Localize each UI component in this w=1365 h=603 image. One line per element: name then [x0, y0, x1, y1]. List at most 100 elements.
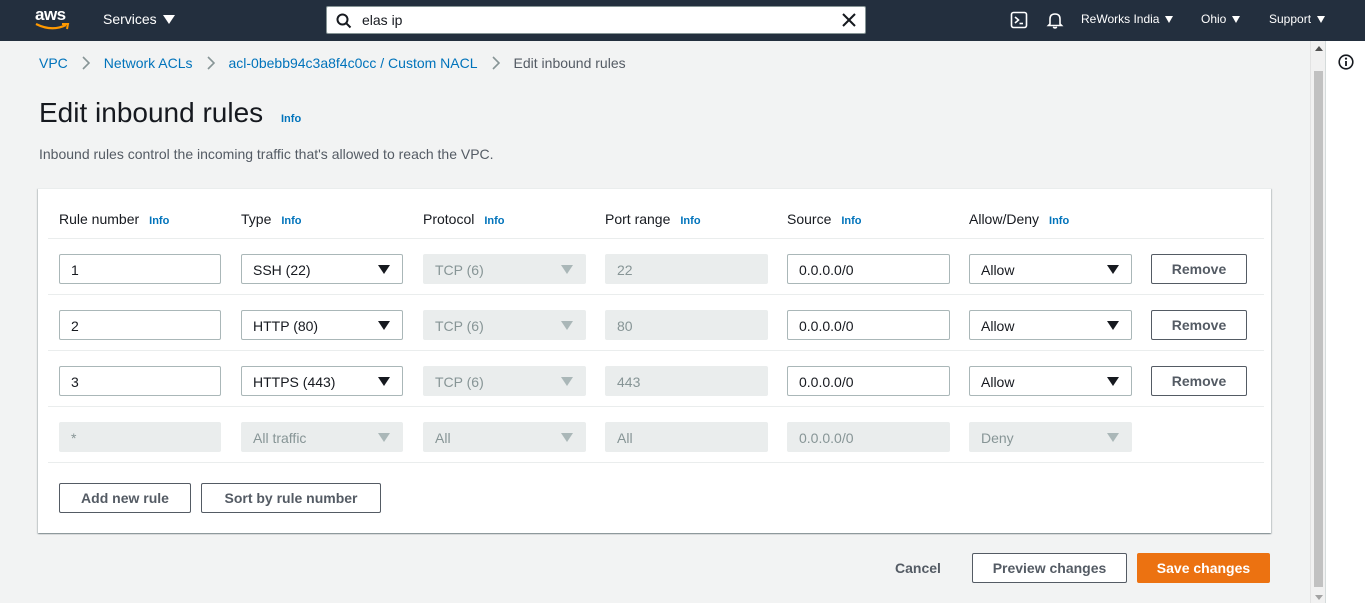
protocol-value: TCP (6)	[435, 318, 484, 334]
type-select[interactable]: HTTP (80)	[241, 310, 403, 340]
header-label: Allow/Deny	[969, 211, 1040, 227]
protocol-info-link[interactable]: Info	[484, 215, 504, 227]
caret-down-icon	[378, 377, 390, 386]
account-menu[interactable]: ReWorks India	[1081, 12, 1174, 26]
bell-icon[interactable]	[1046, 11, 1064, 29]
search-input[interactable]	[362, 11, 832, 29]
allow-deny-select[interactable]: Allow	[969, 254, 1132, 284]
header-protocol: Protocol Info	[423, 211, 505, 227]
support-label: Support	[1269, 12, 1312, 26]
caret-down-icon	[1107, 433, 1119, 442]
port-range-input: 22	[605, 254, 768, 284]
breadcrumb-network-acls[interactable]: Network ACLs	[104, 55, 193, 71]
support-menu[interactable]: Support	[1269, 12, 1326, 26]
protocol-value: TCP (6)	[435, 262, 484, 278]
preview-changes-button[interactable]: Preview changes	[972, 553, 1127, 583]
scrollbar-thumb[interactable]	[1314, 71, 1323, 587]
account-label: ReWorks India	[1081, 12, 1160, 26]
info-circle-icon[interactable]	[1338, 54, 1354, 70]
caret-down-icon	[378, 321, 390, 330]
header-label: Source	[787, 211, 832, 227]
cancel-button[interactable]: Cancel	[884, 553, 952, 583]
breadcrumb-current: Edit inbound rules	[513, 55, 626, 71]
header-port-range: Port range Info	[605, 211, 701, 227]
protocol-select: TCP (6)	[423, 254, 586, 284]
source-input[interactable]: 0.0.0.0/0	[787, 310, 950, 340]
header-label: Port range	[605, 211, 671, 227]
search-box[interactable]	[326, 6, 866, 34]
aws-logo[interactable]: aws	[35, 6, 71, 34]
breadcrumb-acl[interactable]: acl-0bebb94c3a8f4c0cc / Custom NACL	[229, 55, 478, 71]
caret-down-icon	[1107, 321, 1119, 330]
sort-by-rule-number-button[interactable]: Sort by rule number	[201, 483, 381, 513]
scroll-up-arrow-icon[interactable]	[1315, 46, 1323, 51]
region-menu[interactable]: Ohio	[1201, 12, 1241, 26]
caret-down-icon	[561, 265, 573, 274]
allow-deny-value: Allow	[981, 262, 1015, 278]
row-divider	[48, 350, 1264, 351]
type-select[interactable]: HTTPS (443)	[241, 366, 403, 396]
caret-down-icon	[1107, 265, 1119, 274]
source-info-link[interactable]: Info	[841, 215, 861, 227]
port-range-input: 80	[605, 310, 768, 340]
rule-number-input[interactable]: 3	[59, 366, 221, 396]
allow-deny-value: Allow	[981, 318, 1015, 334]
caret-down-icon	[561, 433, 573, 442]
allow-deny-select[interactable]: Allow	[969, 310, 1132, 340]
scroll-down-arrow-icon[interactable]	[1315, 595, 1323, 600]
header-label: Type	[241, 211, 272, 227]
chevron-right-icon	[206, 56, 215, 70]
caret-down-icon	[1107, 377, 1119, 386]
caret-down-icon	[378, 265, 390, 274]
protocol-select: All	[423, 422, 586, 452]
chevron-right-icon	[491, 56, 500, 70]
caret-down-icon	[561, 377, 573, 386]
breadcrumb-vpc[interactable]: VPC	[39, 55, 68, 71]
rule-number-input[interactable]: 2	[59, 310, 221, 340]
type-value: HTTP (80)	[253, 318, 319, 334]
top-navigation: aws Services ReWorks India Ohio	[0, 0, 1365, 41]
caret-down-icon	[378, 433, 390, 442]
page-title: Edit inbound rules	[39, 97, 264, 128]
port-range-input: All	[605, 422, 768, 452]
remove-rule-button[interactable]: Remove	[1151, 254, 1247, 284]
header-label: Rule number	[59, 211, 140, 227]
breadcrumb: VPC Network ACLs acl-0bebb94c3a8f4c0cc /…	[39, 55, 626, 71]
clear-search-icon[interactable]	[842, 13, 856, 27]
protocol-select: TCP (6)	[423, 310, 586, 340]
page-scrollbar[interactable]	[1310, 41, 1325, 603]
services-label: Services	[103, 11, 157, 27]
remove-rule-button[interactable]: Remove	[1151, 310, 1247, 340]
chevron-right-icon	[82, 56, 90, 70]
allow-deny-select[interactable]: Allow	[969, 366, 1132, 396]
aws-logo-text: aws	[35, 5, 66, 24]
allow-deny-value: Allow	[981, 374, 1015, 390]
rule-number-info-link[interactable]: Info	[149, 215, 169, 227]
source-input[interactable]: 0.0.0.0/0	[787, 366, 950, 396]
aws-smile-icon	[35, 23, 70, 30]
source-input[interactable]: 0.0.0.0/0	[787, 254, 950, 284]
caret-down-icon	[1317, 15, 1326, 23]
add-new-rule-button[interactable]: Add new rule	[59, 483, 191, 513]
rule-number-input[interactable]: 1	[59, 254, 221, 284]
region-label: Ohio	[1201, 12, 1227, 26]
remove-rule-button[interactable]: Remove	[1151, 366, 1247, 396]
save-changes-button[interactable]: Save changes	[1137, 553, 1270, 583]
type-select[interactable]: SSH (22)	[241, 254, 403, 284]
type-value: SSH (22)	[253, 262, 311, 278]
header-type: Type Info	[241, 211, 302, 227]
caret-down-icon	[162, 14, 175, 24]
type-value: All traffic	[253, 430, 307, 446]
row-divider	[48, 462, 1264, 463]
header-label: Protocol	[423, 211, 475, 227]
type-info-link[interactable]: Info	[281, 215, 301, 227]
title-info-link[interactable]: Info	[281, 113, 301, 125]
services-menu[interactable]: Services	[103, 11, 175, 27]
header-allow-deny: Allow/Deny Info	[969, 211, 1069, 227]
port-range-info-link[interactable]: Info	[680, 215, 700, 227]
rule-number-input: *	[59, 422, 221, 452]
port-range-input: 443	[605, 366, 768, 396]
cloudshell-icon[interactable]	[1010, 11, 1028, 29]
allow-deny-info-link[interactable]: Info	[1049, 215, 1069, 227]
type-value: HTTPS (443)	[253, 374, 336, 390]
